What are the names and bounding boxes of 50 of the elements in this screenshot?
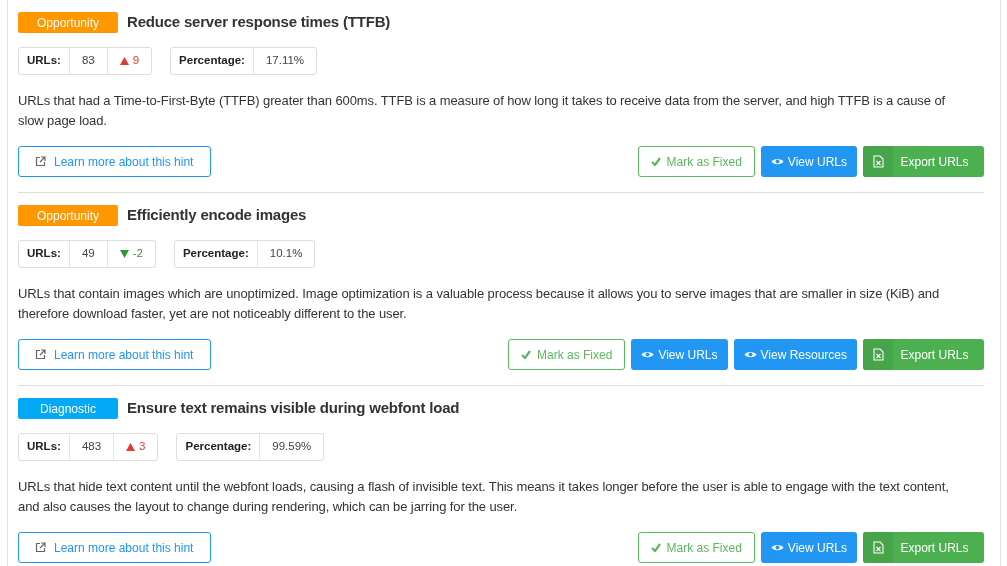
percentage-label: Percentage: <box>177 434 261 460</box>
change-indicator: -2 <box>107 241 155 267</box>
export-button[interactable]: Export URLs <box>863 339 984 370</box>
external-link-icon <box>35 349 46 360</box>
hint-title: Reduce server response times (TTFB) <box>127 12 391 33</box>
view-button[interactable]: View URLs <box>631 339 728 370</box>
eye-icon <box>770 543 784 552</box>
mark-fixed-button[interactable]: Mark as Fixed <box>637 146 755 177</box>
urls-count: 49 <box>69 241 108 267</box>
category-badge: Opportunity <box>18 12 118 33</box>
category-badge: Diagnostic <box>18 398 118 419</box>
percentage-value: 10.1% <box>268 246 304 262</box>
mark-fixed-button[interactable]: Mark as Fixed <box>508 339 626 370</box>
learn-more-link[interactable]: Learn more about this hint <box>18 339 211 370</box>
view-button[interactable]: View URLs <box>760 146 857 177</box>
check-icon <box>521 350 531 359</box>
eye-icon <box>743 350 757 359</box>
learn-more-link[interactable]: Learn more about this hint <box>18 146 211 177</box>
percentage-label: Percentage: <box>174 241 258 267</box>
percentage-value: 99.59% <box>271 439 313 455</box>
export-button[interactable]: Export URLs <box>863 146 984 177</box>
spreadsheet-file-icon <box>872 155 884 168</box>
hint-description: URLs that hide text content until the webfont loads, causing a flash of invisible text. This means it takes longer before the user is able to engage with the text content, and also causes the layout to change during rendering, which can be jarring for the user. <box>18 478 950 516</box>
learn-more-link[interactable]: Learn more about this hint <box>18 532 211 563</box>
export-button[interactable]: Export URLs <box>863 532 984 563</box>
eye-icon <box>641 350 655 359</box>
urls-count: 483 <box>69 434 115 460</box>
external-link-icon <box>35 542 46 553</box>
change-indicator: 3 <box>114 434 158 460</box>
percentage-label: Percentage: <box>171 48 254 74</box>
change-indicator: 9 <box>107 48 152 74</box>
urls-count: 83 <box>69 48 108 74</box>
urls-label: URLs: <box>19 48 70 74</box>
check-icon <box>650 157 661 166</box>
hint-title: Efficiently encode images <box>127 205 307 226</box>
category-badge: Opportunity <box>18 205 118 226</box>
external-link-icon <box>35 156 46 167</box>
hint-title: Ensure text remains visible during webfont load <box>127 398 460 419</box>
hint-description: URLs that contain images which are unoptimized. Image optimization is a valuable process because it allows you to serve images that are smaller in size (KiB) and therefore download faster, yet are not noticeably different to the user. <box>18 285 941 323</box>
spreadsheet-file-icon <box>872 541 884 554</box>
view-button[interactable]: View Resources <box>733 339 857 370</box>
urls-label: URLs: <box>19 434 70 460</box>
spreadsheet-file-icon <box>872 348 884 361</box>
hint-description: URLs that had a Time-to-First-Byte (TTFB) greater than 600ms. TTFB is a measure of how long it takes to receive data from the server, and high TTFB is a cause of slow page load. <box>18 92 947 130</box>
mark-fixed-button[interactable]: Mark as Fixed <box>637 532 755 563</box>
check-icon <box>650 543 661 552</box>
view-button[interactable]: View URLs <box>760 532 857 563</box>
eye-icon <box>770 157 784 166</box>
urls-label: URLs: <box>19 241 70 267</box>
percentage-value: 17.11% <box>264 53 306 69</box>
